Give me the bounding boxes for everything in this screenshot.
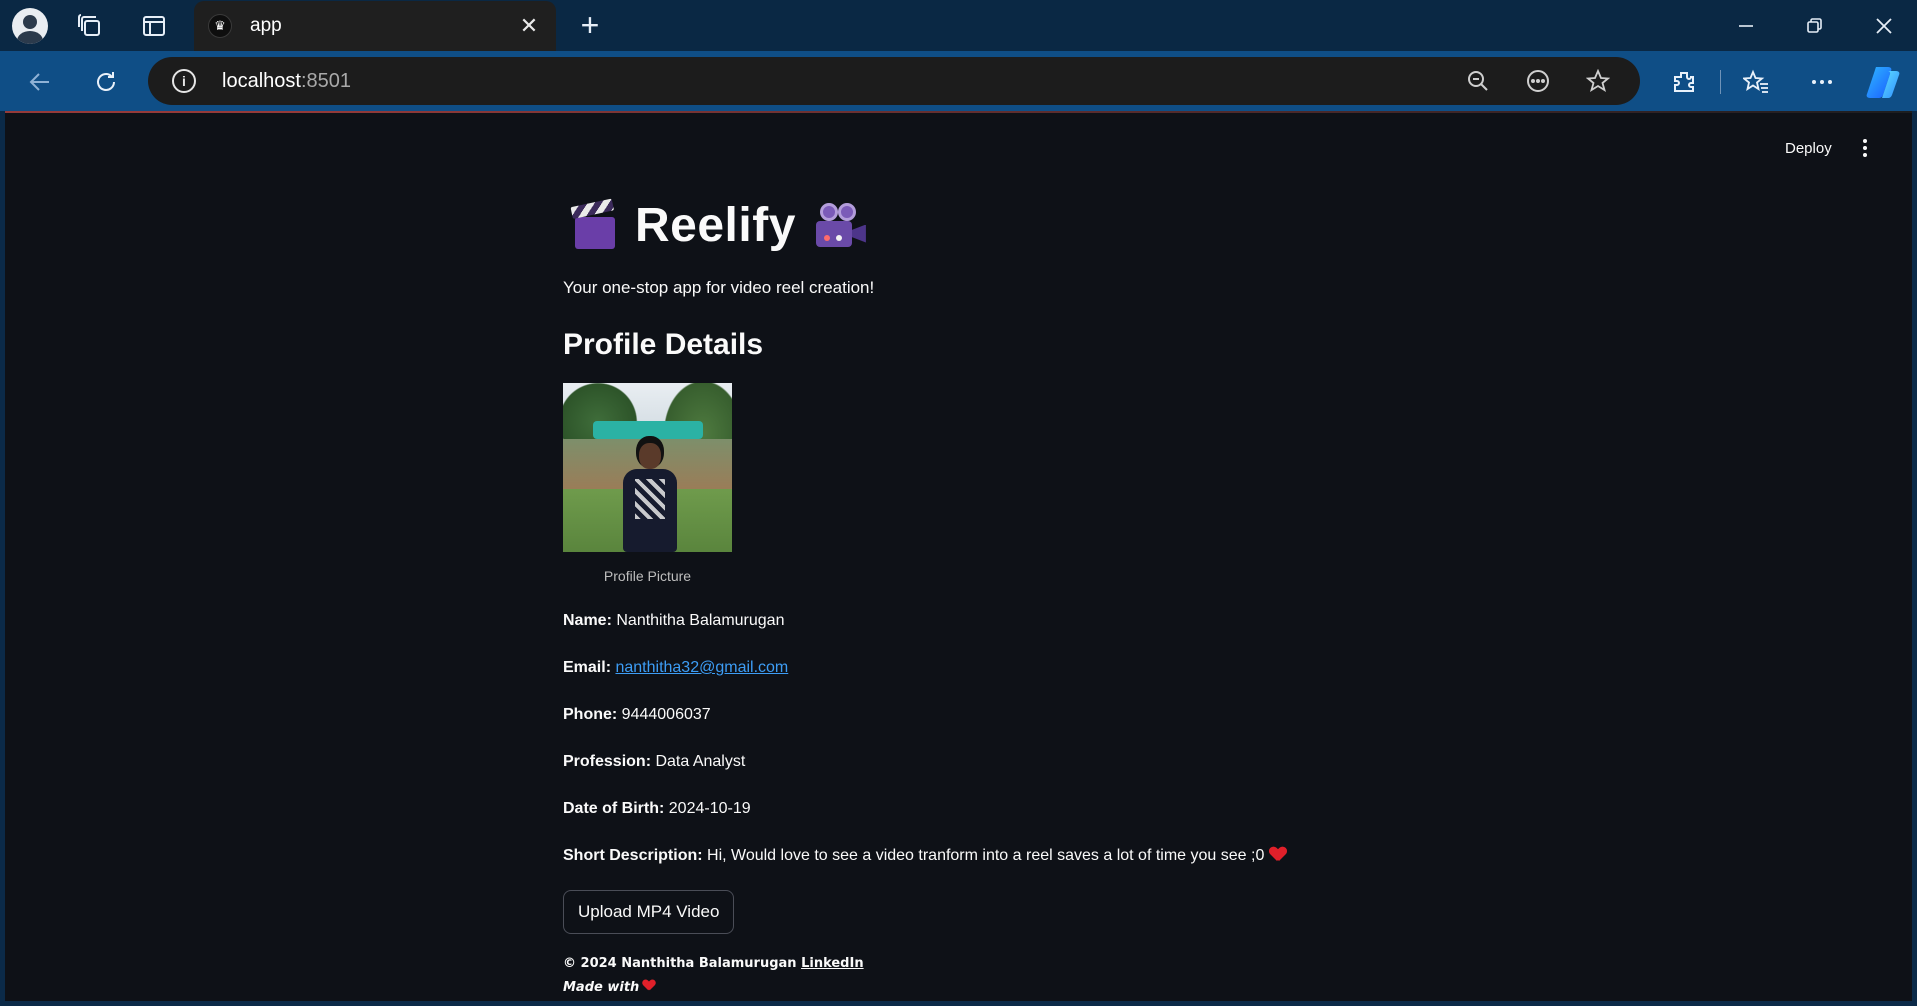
tab-actions-icon[interactable] [136, 8, 172, 44]
toolbar-divider [1720, 70, 1721, 94]
url-text[interactable]: localhost:8501 [222, 70, 351, 93]
heart-icon [1270, 847, 1286, 861]
browser-tab-active[interactable]: ♛ app ✕ [194, 1, 556, 51]
back-arrow-icon[interactable] [20, 62, 60, 102]
copilot-icon[interactable] [1866, 65, 1902, 99]
page-title: Reelify [635, 199, 796, 252]
footer-copyright: © 2024 Nanthitha Balamurugan LinkedIn [563, 956, 864, 971]
linkedin-link[interactable]: LinkedIn [801, 956, 864, 971]
field-label: Short Description: [563, 847, 703, 864]
profile-picture [563, 383, 732, 552]
app-subtitle: Your one-stop app for video reel creatio… [563, 278, 875, 297]
movie-camera-icon [814, 202, 866, 249]
browser-tab-bar: ♛ app ✕ + [0, 0, 1917, 51]
star-icon[interactable] [1584, 67, 1612, 95]
email-link[interactable]: nanthitha32@gmail.com [615, 659, 788, 676]
field-value: 9444006037 [621, 706, 711, 723]
field-email: Email: nanthitha32@gmail.com [563, 659, 788, 677]
ellipsis-icon[interactable] [1802, 62, 1842, 102]
field-value: Hi, Would love to see a video tranform i… [707, 847, 1265, 864]
refresh-icon[interactable] [86, 62, 126, 102]
url-bar[interactable]: i localhost:8501 [148, 57, 1640, 105]
close-window-icon[interactable] [1864, 8, 1904, 44]
restore-icon[interactable] [1794, 8, 1834, 44]
field-label: Phone: [563, 706, 618, 723]
field-profession: Profession: Data Analyst [563, 753, 745, 771]
close-tab-icon[interactable]: ✕ [516, 13, 542, 39]
site-info-icon[interactable]: i [172, 69, 196, 93]
field-phone: Phone: 9444006037 [563, 706, 711, 724]
main-menu-icon[interactable] [1860, 139, 1870, 160]
more-tools-icon[interactable] [1524, 67, 1552, 95]
section-heading: Profile Details [563, 328, 764, 361]
zoom-out-icon[interactable] [1464, 67, 1492, 95]
field-value: Data Analyst [655, 753, 746, 770]
footer-copyright-text: © 2024 Nanthitha Balamurugan [563, 956, 797, 971]
field-label: Profession: [563, 753, 652, 770]
browser-address-bar: i localhost:8501 [0, 51, 1917, 111]
footer-made-with: Made with [563, 978, 657, 995]
field-value: Nanthitha Balamurugan [616, 612, 785, 629]
page-title-row: Reelify [570, 198, 866, 253]
field-name: Name: Nanthitha Balamurugan [563, 612, 784, 630]
field-value: 2024-10-19 [668, 800, 751, 817]
field-description: Short Description: Hi, Would love to see… [563, 847, 1286, 865]
field-label: Name: [563, 612, 612, 629]
minimize-icon[interactable] [1726, 8, 1766, 44]
workspaces-icon[interactable] [72, 8, 108, 44]
streamlit-crown-icon: ♛ [208, 14, 232, 38]
new-tab-button[interactable]: + [572, 8, 608, 44]
field-label: Email: [563, 659, 612, 676]
footer-made-with-text: Made with [563, 980, 640, 995]
deploy-button[interactable]: Deploy [1785, 140, 1832, 157]
upload-mp4-button[interactable]: Upload MP4 Video [563, 890, 735, 934]
field-label: Date of Birth: [563, 800, 665, 817]
tab-title: app [250, 15, 282, 36]
app-viewport: Deploy Reelify Your one-stop app for vid… [5, 111, 1912, 1001]
field-dob: Date of Birth: 2024-10-19 [563, 800, 751, 818]
profile-picture-caption: Profile Picture [603, 568, 692, 584]
extensions-icon[interactable] [1664, 62, 1704, 102]
heart-icon [643, 980, 655, 991]
favorites-icon[interactable] [1736, 62, 1776, 102]
clapper-board-icon [570, 198, 615, 249]
profile-avatar-icon[interactable] [12, 8, 48, 44]
